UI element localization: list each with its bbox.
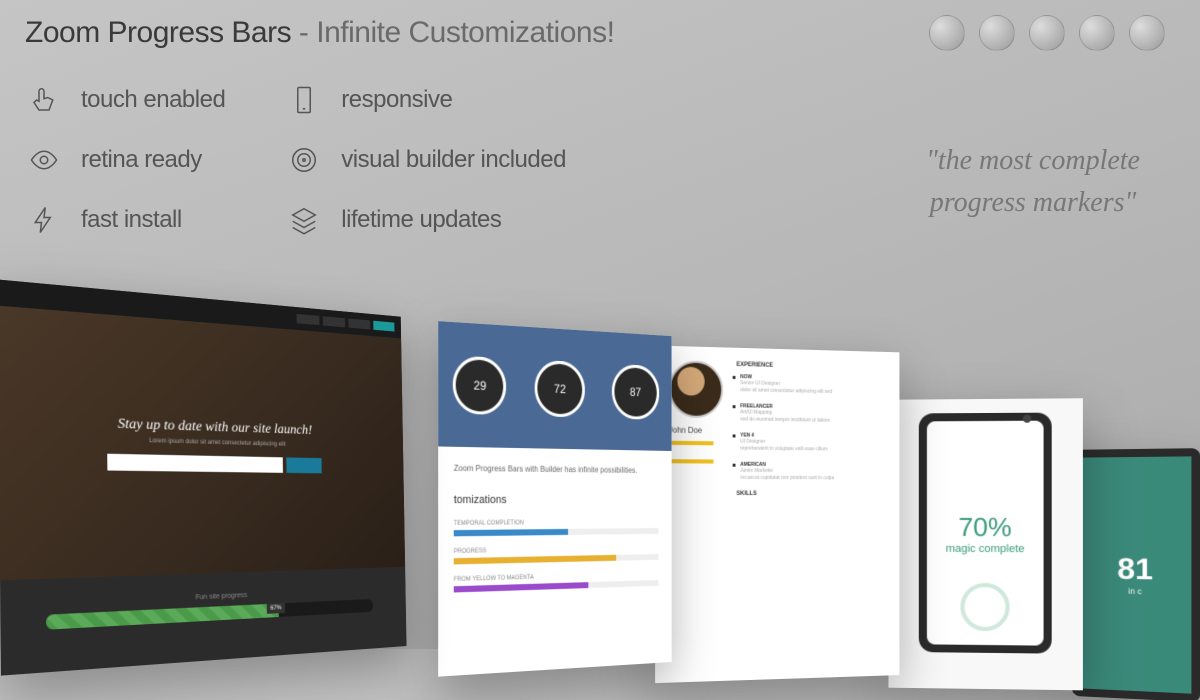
feature-responsive: responsive <box>285 81 566 119</box>
experience-entry: YEN 4 UI Designer reprehenderit in volup… <box>736 432 886 453</box>
chrome-icon <box>929 15 965 51</box>
bolt-icon <box>25 201 63 239</box>
hero-title: Stay up to date with our site launch! <box>118 416 313 439</box>
feature-retina: retina ready <box>25 141 225 179</box>
feature-fast: fast install <box>25 201 225 239</box>
skill-bar <box>669 459 714 463</box>
email-input <box>107 453 283 472</box>
progress-circle: 72 <box>535 360 585 418</box>
camera-icon <box>1023 415 1031 423</box>
card4-label: magic complete <box>946 542 1025 554</box>
safari-icon <box>1129 15 1165 51</box>
feature-label: retina ready <box>81 146 202 174</box>
experience-entry: NOW Senior UI Designer dolor sit amet co… <box>736 374 886 396</box>
phone-frame: 70% magic complete <box>919 413 1052 654</box>
progress-circle: 29 <box>453 355 506 415</box>
card2-section: tomizations <box>454 494 659 506</box>
progress-badge: 67% <box>267 603 285 614</box>
nav-item-active <box>373 321 394 332</box>
profile-name: John Doe <box>669 425 727 435</box>
experience-entry: AMERICAN Junior Marketer occaecat cupida… <box>736 462 886 482</box>
demo-card-2: 29 72 87 Zoom Progress Bars with Builder… <box>438 321 671 676</box>
hand-icon <box>25 81 63 119</box>
title-main: Zoom Progress Bars <box>25 16 291 49</box>
feature-label: visual builder included <box>341 146 566 174</box>
progress-circle: 87 <box>612 364 659 420</box>
ie-icon <box>1029 15 1065 51</box>
card5-label: in c <box>1128 586 1141 595</box>
demo-card-3: John Doe EXPERIENCE NOW Senior UI Design… <box>655 346 899 684</box>
section-heading: SKILLS <box>736 491 886 497</box>
feature-builder: visual builder included <box>285 141 566 179</box>
experience-entry: FREELANCER Art/UI Mapping sed do eiusmod… <box>736 403 886 424</box>
subscribe-button <box>286 457 322 473</box>
layers-icon <box>285 201 323 239</box>
avatar <box>669 360 723 418</box>
opera-icon <box>1079 15 1115 51</box>
feature-label: lifetime updates <box>341 206 501 234</box>
progress-bar <box>454 554 659 564</box>
quote-line2: progress markers" <box>926 182 1140 224</box>
circles-row: 29 72 87 <box>438 321 671 451</box>
demo-card-5: 81 in c <box>1072 448 1200 700</box>
phone-screen: 70% magic complete <box>927 421 1044 646</box>
page-title: Zoom Progress Bars - Infinite Customizat… <box>25 16 614 50</box>
hero: Stay up to date with our site launch! Lo… <box>0 306 405 581</box>
demo-card-1: Stay up to date with our site launch! Lo… <box>0 279 407 675</box>
showcase: 81 in c 70% magic complete John Doe EXPE… <box>0 279 1200 649</box>
browser-icons <box>929 15 1175 51</box>
title-sub: Infinite Customizations! <box>316 16 614 49</box>
progress-bar <box>454 528 659 536</box>
target-icon <box>285 141 323 179</box>
feature-label: touch enabled <box>81 86 225 114</box>
nav-item <box>297 314 320 325</box>
card2-desc: Zoom Progress Bars with Builder has infi… <box>454 464 659 475</box>
card5-percent: 81 <box>1117 552 1153 587</box>
demo-card-4: 70% magic complete <box>888 398 1082 690</box>
feature-label: responsive <box>341 86 452 114</box>
feature-label: fast install <box>81 206 182 234</box>
quote: "the most complete progress markers" <box>926 140 1140 224</box>
card4-percent: 70% <box>958 511 1011 542</box>
firefox-icon <box>979 15 1015 51</box>
nav-item <box>348 318 370 329</box>
quote-line1: "the most complete <box>926 140 1140 182</box>
feature-touch: touch enabled <box>25 81 225 119</box>
nav-item <box>323 316 345 327</box>
hero-subtitle: Lorem ipsum dolor sit amet consectetur a… <box>149 438 285 448</box>
title-sep: - <box>291 16 316 49</box>
feature-updates: lifetime updates <box>285 201 566 239</box>
bar-label: TEMPORAL COMPLETION <box>454 519 659 527</box>
progress-ring <box>960 583 1009 631</box>
section-heading: EXPERIENCE <box>736 362 886 372</box>
eye-icon <box>25 141 63 179</box>
mobile-icon <box>285 81 323 119</box>
skill-bar <box>669 441 714 446</box>
